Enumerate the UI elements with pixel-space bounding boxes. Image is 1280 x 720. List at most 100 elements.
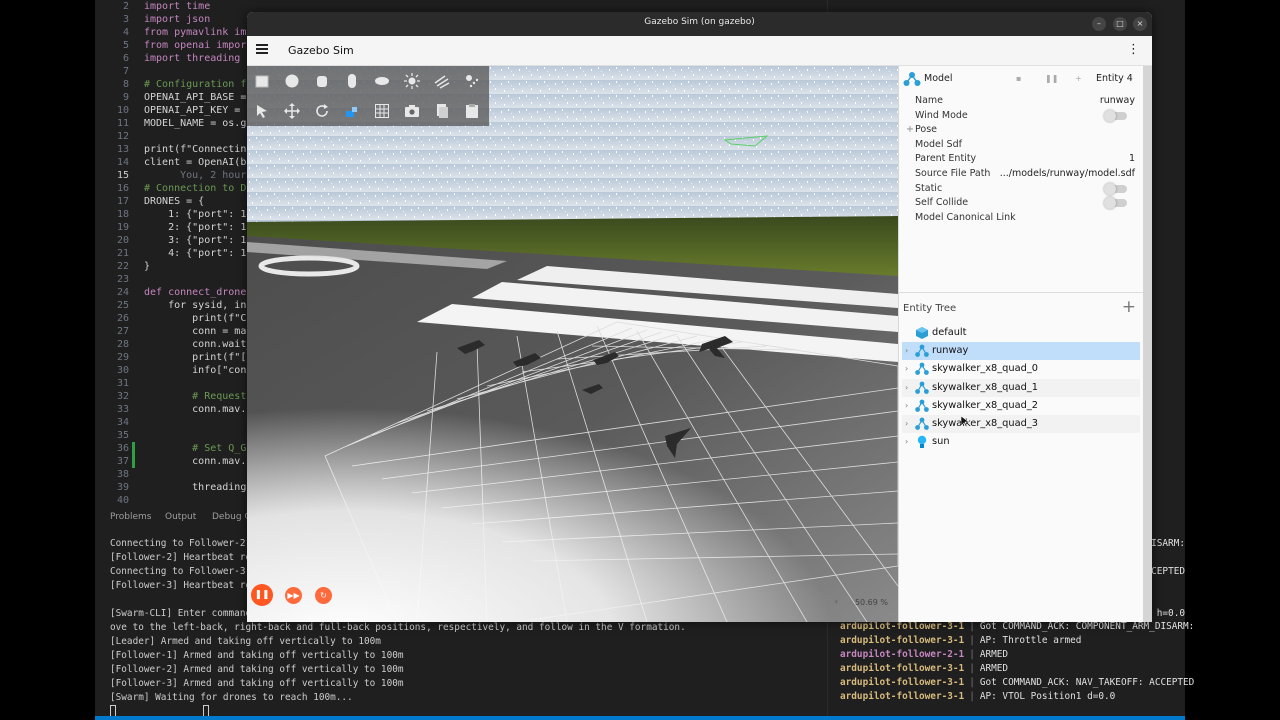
hamburger-menu-icon[interactable] [256,44,268,54]
property-value: 1 [1128,153,1135,165]
capsule-shape-icon[interactable] [344,73,360,89]
toggle-switch[interactable] [1104,109,1127,122]
window-titlebar[interactable]: Gazebo Sim (on gazebo) – □ × [247,12,1152,36]
code-text: def connect_drones [144,287,253,298]
chevron-right-icon[interactable]: › [905,379,908,397]
tab-problems[interactable]: Problems [110,512,151,522]
chevron-right-icon[interactable]: › [905,433,908,451]
property-key: Parent Entity [915,153,977,165]
minimize-button[interactable]: – [1092,17,1106,31]
property-name: Name runway [899,94,1152,108]
tab-debug-console[interactable]: Debug C [212,512,251,522]
close-button[interactable]: × [1133,17,1147,31]
property-self-collide[interactable]: Self Collide [899,196,1152,210]
code-text: from openai import [144,40,253,51]
log-message: ARMED [979,649,1009,660]
3d-scene-viewport[interactable]: ❚❚ ▶▶ ↻ ‹ 50.69 % [247,66,899,622]
box-shape-icon[interactable] [254,73,270,89]
code-text: conn.mav.p [144,456,253,467]
code-text: threading. [144,482,253,493]
tree-item-label: runway [932,345,969,357]
property-key: Model Canonical Link [915,211,1016,223]
expand-icon[interactable]: + [906,123,914,137]
chevron-right-icon[interactable]: › [905,360,908,378]
line-number: 13 [116,144,129,155]
cylinder-shape-icon[interactable] [314,73,330,89]
line-number: 8 [122,79,129,90]
grid-icon[interactable] [374,103,390,119]
paste-icon[interactable] [464,103,480,119]
point-light-icon[interactable] [404,73,420,89]
more-options-icon[interactable]: ⋮ [1127,43,1140,57]
line-number: 27 [116,326,129,337]
add-entity-icon[interactable]: + [1122,297,1136,317]
line-number: 7 [122,66,129,77]
simulation-controls: ❚❚ ▶▶ ↻ [251,584,341,608]
tree-item-runway[interactable]: › runway [902,342,1140,361]
ellipsoid-shape-icon[interactable] [374,73,390,89]
tree-item-default[interactable]: default [902,324,1140,342]
container-name: ardupilot-follower-3-1 [840,663,965,674]
select-icon[interactable] [254,103,270,119]
spot-light-icon[interactable] [464,73,480,89]
tree-item-label: skywalker_x8_quad_0 [932,363,1038,375]
tree-item-label: default [932,327,967,338]
model-icon [903,72,921,86]
line-number: 21 [116,248,129,259]
tree-item-skywalker_x8_quad_3[interactable]: › skywalker_x8_quad_3 [902,415,1140,433]
chevron-right-icon[interactable]: › [905,415,908,433]
scene-toolbar [247,66,489,126]
tree-item-skywalker_x8_quad_0[interactable]: › skywalker_x8_quad_0 [902,360,1140,378]
snap-icon[interactable] [344,103,360,119]
step-button[interactable]: ▶▶ [285,587,302,604]
property-pose[interactable]: + Pose [899,123,1152,137]
tree-item-skywalker_x8_quad_2[interactable]: › skywalker_x8_quad_2 [902,397,1140,415]
line-number: 29 [116,352,129,363]
reset-button[interactable]: ↻ [315,587,332,604]
screenshot-icon[interactable] [404,103,420,119]
code-text: conn.wait_ [144,339,253,350]
chevron-right-icon[interactable]: › [905,397,908,415]
directional-light-icon[interactable] [434,73,450,89]
log-message: Got COMMAND_ACK: COMPONENT_ARM_DISARM: [979,621,1195,632]
pause-updates-icon[interactable]: ❚❚ [1045,74,1058,83]
model-icon [915,344,929,358]
property-static[interactable]: Static [899,182,1152,196]
model-icon [915,362,929,376]
translate-icon[interactable] [284,103,300,119]
line-number: 37 [116,456,129,467]
panel-scrollbar[interactable] [1143,66,1152,622]
code-text: for sysid, inf [144,300,253,311]
line-number: 11 [116,118,129,129]
code-text: print(f"Connecting [144,144,253,155]
line-number: 3 [122,14,129,25]
copy-icon[interactable] [434,103,450,119]
rotate-icon[interactable] [314,103,330,119]
scene-render[interactable] [247,66,899,622]
maximize-button[interactable]: □ [1113,17,1127,31]
toggle-switch[interactable] [1104,182,1127,195]
sphere-shape-icon[interactable] [284,73,300,89]
gazebo-window: Gazebo Sim (on gazebo) – □ × Gazebo Sim … [247,12,1152,622]
tree-item-sun[interactable]: › sun [902,433,1140,451]
chevron-right-icon[interactable]: › [905,342,908,360]
tree-item-label: sun [932,436,950,448]
code-text: import time [144,1,211,12]
pause-button[interactable]: ❚❚ [251,584,273,606]
fog-overlay [247,316,898,622]
toggle-switch[interactable] [1104,197,1127,210]
add-component-icon[interactable]: + [1075,74,1082,83]
tree-item-skywalker_x8_quad_1[interactable]: › skywalker_x8_quad_1 [902,378,1140,397]
entity-tree-title: Entity Tree [903,303,957,314]
stats-expand-chevron[interactable]: ‹ [835,597,838,606]
tab-output[interactable]: Output [165,512,196,522]
property-key: Name [915,95,944,106]
property-wind-mode[interactable]: Wind Mode [899,109,1152,123]
property-model-sdf: Model Sdf [899,138,1152,152]
panel-divider[interactable] [899,292,1144,293]
git-change-marker [132,442,135,455]
property-parent-entity: Parent Entity 1 [899,152,1152,166]
terminal-line: [Follower-2] Armed and taking off vertic… [110,664,404,675]
lock-icon[interactable]: ▪ [1016,74,1021,83]
terminal-line: ardupilot-follower-3-1 | ARMED [840,662,1008,676]
